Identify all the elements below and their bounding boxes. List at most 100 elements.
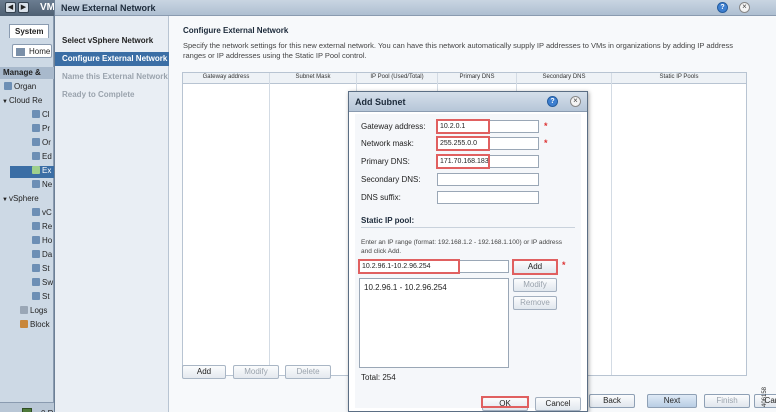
column-subnet-mask[interactable]: Subnet Mask — [270, 74, 356, 80]
column-divider — [269, 73, 270, 375]
section-divider — [361, 227, 575, 228]
sidebar-item-cloud-resources[interactable]: ▼Cloud Re — [2, 96, 54, 108]
sidebar-item-external-networks[interactable]: Ex — [10, 166, 54, 178]
required-marker: * — [544, 138, 548, 148]
help-icon[interactable]: ? — [547, 96, 558, 107]
cloud-cell-icon — [32, 110, 40, 118]
gateway-address-label: Gateway address: — [361, 122, 426, 131]
ip-pool-total: Total: 254 — [361, 373, 396, 382]
dialog-title: Add Subnet — [355, 97, 406, 107]
wizard-steps: Select vSphere Network Configure Externa… — [55, 16, 169, 412]
static-ip-pool-heading: Static IP pool: — [361, 216, 415, 225]
remove-range-button[interactable]: Remove — [513, 296, 557, 310]
sidebar-item-vsphere-resources[interactable]: ▼vSphere — [2, 194, 54, 206]
ip-range-input[interactable] — [359, 260, 509, 273]
column-primary-dns[interactable]: Primary DNS — [438, 74, 516, 80]
required-marker: * — [544, 121, 548, 131]
ip-range-hint: Enter an IP range (format: 192.168.1.2 -… — [361, 239, 563, 255]
sidebar-item-hosts[interactable]: Ho — [32, 236, 54, 248]
column-static-ip-pools[interactable]: Static IP Pools — [612, 74, 746, 80]
dns-suffix-field[interactable] — [437, 191, 539, 204]
app-title: VM — [40, 2, 55, 13]
home-label: Home — [29, 47, 51, 56]
back-button[interactable]: Back — [589, 394, 635, 408]
tab-system[interactable]: System — [9, 24, 49, 38]
secondary-dns-field[interactable] — [437, 173, 539, 186]
modify-subnet-button[interactable]: Modify — [233, 365, 279, 379]
figure-id: 406158 — [762, 386, 769, 408]
network-pool-icon — [32, 180, 40, 188]
sidebar-item-datastores[interactable]: Da — [32, 250, 54, 262]
close-icon[interactable]: × — [570, 96, 581, 107]
sidebar-item-network-pools[interactable]: Ne — [32, 180, 54, 192]
tree-expand-icon: ▼ — [2, 99, 8, 105]
sidebar-item-organizations[interactable]: Organ — [4, 82, 54, 94]
sidebar-item-edge-gateways[interactable]: Ed — [32, 152, 54, 164]
add-subnet-dialog: Add Subnet ? × Gateway address: * Networ… — [348, 91, 588, 412]
back-arrow-icon[interactable]: ◀ — [5, 2, 16, 13]
next-button[interactable]: Next — [647, 394, 697, 408]
datastore-icon — [32, 250, 40, 258]
page-title: Configure External Network — [183, 26, 289, 35]
ip-pool-list[interactable]: 10.2.96.1 - 10.2.96.254 — [359, 278, 509, 368]
tasks-icon[interactable] — [22, 408, 32, 412]
secondary-dns-label: Secondary DNS: — [361, 175, 421, 184]
add-subnet-button[interactable]: Add — [182, 365, 226, 379]
dialog-cancel-button[interactable]: Cancel — [535, 397, 581, 411]
external-network-icon — [32, 166, 40, 174]
resource-pool-icon — [32, 222, 40, 230]
manage-section-header[interactable]: Manage & — [0, 67, 54, 79]
modify-range-button[interactable]: Modify — [513, 278, 557, 292]
column-divider — [611, 73, 612, 375]
sidebar-item-provider-vdcs[interactable]: Pr — [32, 124, 54, 136]
provider-vdc-icon — [32, 124, 40, 132]
dns-suffix-label: DNS suffix: — [361, 193, 401, 202]
column-ip-pool[interactable]: IP Pool (Used/Total) — [357, 74, 437, 80]
step-configure-external-network[interactable]: Configure External Network — [55, 52, 169, 66]
stranded-items-icon — [32, 292, 40, 300]
dialog-body: Gateway address: * Network mask: * Prima… — [355, 114, 581, 411]
primary-dns-label: Primary DNS: — [361, 157, 410, 166]
ok-button[interactable]: OK — [482, 397, 528, 411]
wizard-title-bar: New External Network ? × — [55, 0, 776, 16]
vcenter-icon — [32, 208, 40, 216]
home-icon — [16, 48, 25, 56]
storage-policy-icon — [32, 264, 40, 272]
sidebar-item-switches[interactable]: Sw — [32, 278, 54, 290]
help-icon[interactable]: ? — [717, 2, 728, 13]
add-range-button[interactable]: Add — [513, 260, 557, 274]
sidebar-item-org-vdcs[interactable]: Or — [32, 138, 54, 150]
forward-arrow-icon[interactable]: ▶ — [18, 2, 29, 13]
primary-dns-field[interactable] — [437, 155, 539, 168]
sidebar: System Home Manage & Organ ▼Cloud Re Cl … — [0, 16, 54, 412]
sidebar-item-cloud-cells[interactable]: Cl — [32, 110, 54, 122]
sidebar-item-stranded-items[interactable]: St — [32, 292, 54, 304]
edge-gateway-icon — [32, 152, 40, 160]
host-icon — [32, 236, 40, 244]
sidebar-item-storage-policies[interactable]: St — [32, 264, 54, 276]
close-icon[interactable]: × — [739, 2, 750, 13]
sidebar-item-blocking-tasks[interactable]: Block — [20, 320, 54, 332]
network-mask-field[interactable] — [437, 137, 539, 150]
step-name-external-network: Name this External Network — [62, 72, 168, 81]
org-vdc-icon — [32, 138, 40, 146]
required-marker: * — [562, 260, 566, 270]
page-description: Specify the network settings for this ne… — [183, 41, 734, 60]
sidebar-item-logs[interactable]: Logs — [20, 306, 54, 318]
wizard-title: New External Network — [61, 3, 156, 13]
column-secondary-dns[interactable]: Secondary DNS — [517, 74, 611, 80]
step-select-vsphere-network[interactable]: Select vSphere Network — [55, 34, 169, 48]
delete-subnet-button[interactable]: Delete — [285, 365, 331, 379]
column-gateway-address[interactable]: Gateway address — [183, 74, 269, 80]
sidebar-item-vcenters[interactable]: vC — [32, 208, 54, 220]
sidebar-item-resource-pools[interactable]: Re — [32, 222, 54, 234]
sidebar-status-bar: 0 R — [0, 402, 54, 412]
finish-button[interactable]: Finish — [704, 394, 750, 408]
home-button[interactable]: Home — [12, 44, 52, 58]
blocking-tasks-icon — [20, 320, 28, 328]
dialog-title-bar: Add Subnet ? × — [349, 92, 587, 112]
network-mask-label: Network mask: — [361, 139, 414, 148]
tree-expand-icon: ▼ — [2, 197, 8, 203]
list-item[interactable]: 10.2.96.1 - 10.2.96.254 — [364, 283, 447, 292]
gateway-address-field[interactable] — [437, 120, 539, 133]
